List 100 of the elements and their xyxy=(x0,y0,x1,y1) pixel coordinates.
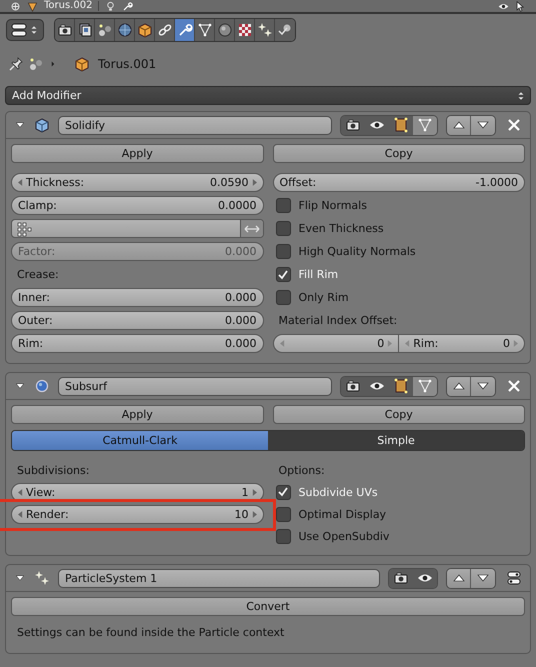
move-up-button[interactable] xyxy=(447,116,471,134)
cursor-icon[interactable] xyxy=(515,0,526,12)
section-label: Material Index Offset: xyxy=(278,314,398,327)
globe-icon xyxy=(116,22,132,38)
left-arrow-icon[interactable] xyxy=(18,179,23,186)
context-tab[interactable] xyxy=(175,19,195,41)
move-up-button[interactable] xyxy=(447,568,471,588)
sphere-icon xyxy=(34,378,50,394)
apply-button[interactable]: Apply xyxy=(11,144,264,163)
cube-icon xyxy=(34,117,50,133)
move-up-button[interactable] xyxy=(447,376,471,396)
checkbox-label: Optimal Display xyxy=(298,508,386,520)
checkbox[interactable] xyxy=(276,267,290,282)
up-down-arrows-icon xyxy=(29,25,39,35)
vertex-square-icon xyxy=(392,378,408,394)
checkbox[interactable] xyxy=(276,244,290,259)
copy-button[interactable]: Copy xyxy=(272,405,525,424)
checkbox-label: Use OpenSubdiv xyxy=(298,530,390,542)
close-icon[interactable] xyxy=(506,378,522,394)
wrench-icon[interactable] xyxy=(122,0,134,12)
light-bulb-icon[interactable] xyxy=(105,0,116,12)
move-down-button[interactable] xyxy=(471,116,495,134)
camera-icon xyxy=(392,570,408,586)
number-field[interactable]: Thickness: 0.0590 xyxy=(11,173,264,192)
move-down-button[interactable] xyxy=(471,376,495,396)
context-tab[interactable] xyxy=(235,19,255,41)
left-arrow-icon[interactable] xyxy=(18,510,23,518)
vertex-group-field[interactable] xyxy=(11,219,264,238)
toggle-switch-icon xyxy=(11,22,27,38)
object-name: Torus.002 xyxy=(44,0,92,12)
checkbox-label: Even Thickness xyxy=(298,222,384,235)
modifier-name-field[interactable]: Solidify xyxy=(58,116,332,134)
toggle-button[interactable] xyxy=(389,376,413,396)
toggle-button[interactable] xyxy=(389,116,413,134)
triangle-vertices-icon xyxy=(196,22,212,38)
context-tab[interactable] xyxy=(155,19,175,41)
number-field[interactable]: Outer: 0.000 xyxy=(11,311,264,330)
context-tab[interactable] xyxy=(115,19,135,41)
section-label: Subdivisions: xyxy=(16,464,90,476)
toggle-button[interactable] xyxy=(413,376,437,396)
toggle-button[interactable] xyxy=(341,376,365,396)
cube-icon xyxy=(74,56,90,72)
spheres-icon xyxy=(96,22,112,38)
chain-link-icon xyxy=(156,22,172,38)
triangle-vertices-icon xyxy=(417,378,433,394)
modifier-name-field[interactable]: ParticleSystem 1 xyxy=(58,568,380,588)
add-modifier-dropdown[interactable]: Add Modifier xyxy=(5,86,531,105)
context-tab[interactable] xyxy=(195,19,215,41)
checkbox[interactable] xyxy=(276,221,290,236)
context-tab[interactable] xyxy=(75,19,95,41)
checkbox[interactable] xyxy=(276,290,290,305)
toggle-button[interactable] xyxy=(389,568,413,588)
checkbox[interactable] xyxy=(276,484,290,500)
context-tab[interactable] xyxy=(215,19,235,41)
camera-icon xyxy=(344,117,360,133)
convert-button[interactable]: Convert xyxy=(11,597,525,616)
apply-button[interactable]: Apply xyxy=(11,405,264,424)
camera-icon xyxy=(56,22,72,38)
context-tab[interactable] xyxy=(55,19,75,41)
checkbox-label: High Quality Normals xyxy=(298,245,416,258)
triangle-vertices-icon xyxy=(417,117,433,133)
cone-icon xyxy=(27,0,38,12)
context-tab[interactable] xyxy=(135,19,155,41)
context-tab[interactable] xyxy=(95,19,115,41)
number-field[interactable]: Offset: -1.0000 xyxy=(272,173,525,192)
camera-icon xyxy=(344,378,360,394)
sparkle-icon xyxy=(34,570,50,586)
toggle-button[interactable] xyxy=(413,568,437,588)
subdivision-type-tab[interactable]: Simple xyxy=(268,431,524,450)
right-arrow-icon[interactable] xyxy=(252,510,256,518)
modifier-name-field[interactable]: Subsurf xyxy=(58,376,332,396)
context-tab[interactable] xyxy=(255,19,275,41)
spheres-icon xyxy=(28,56,44,72)
checkbox[interactable] xyxy=(276,506,290,522)
left-arrow-icon[interactable] xyxy=(18,488,23,496)
crosshair-icon[interactable] xyxy=(10,0,21,12)
right-arrow-icon[interactable] xyxy=(252,179,256,186)
number-field[interactable]: Inner: 0.000 xyxy=(11,288,264,307)
checkbox-label: Fill Rim xyxy=(298,268,338,281)
pin-icon[interactable] xyxy=(8,56,24,72)
move-down-button[interactable] xyxy=(471,568,495,588)
checkbox[interactable] xyxy=(276,528,290,544)
number-field[interactable]: Rim: 0.000 xyxy=(11,334,264,353)
right-arrow-icon[interactable] xyxy=(252,488,256,496)
section-label: Crease: xyxy=(16,268,59,281)
number-field[interactable]: Clamp: 0.0000 xyxy=(11,196,264,215)
toggle-switch-icon[interactable] xyxy=(506,570,522,586)
checkbox[interactable] xyxy=(276,198,290,213)
copy-button[interactable]: Copy xyxy=(272,144,525,163)
layers-icon xyxy=(76,22,92,38)
number-field[interactable]: Render: 10 xyxy=(11,504,264,524)
toggle-button[interactable] xyxy=(341,116,365,134)
checkerboard-icon xyxy=(236,22,252,38)
checkbox-label: Subdivide UVs xyxy=(298,486,378,498)
sphere-icon xyxy=(216,22,232,38)
editor-type-button[interactable] xyxy=(6,19,44,41)
close-icon[interactable] xyxy=(506,117,522,133)
toggle-button[interactable] xyxy=(413,116,437,134)
subdivision-type-tab[interactable]: Catmull-Clark xyxy=(12,431,268,450)
dot-grid-icon xyxy=(16,220,32,236)
